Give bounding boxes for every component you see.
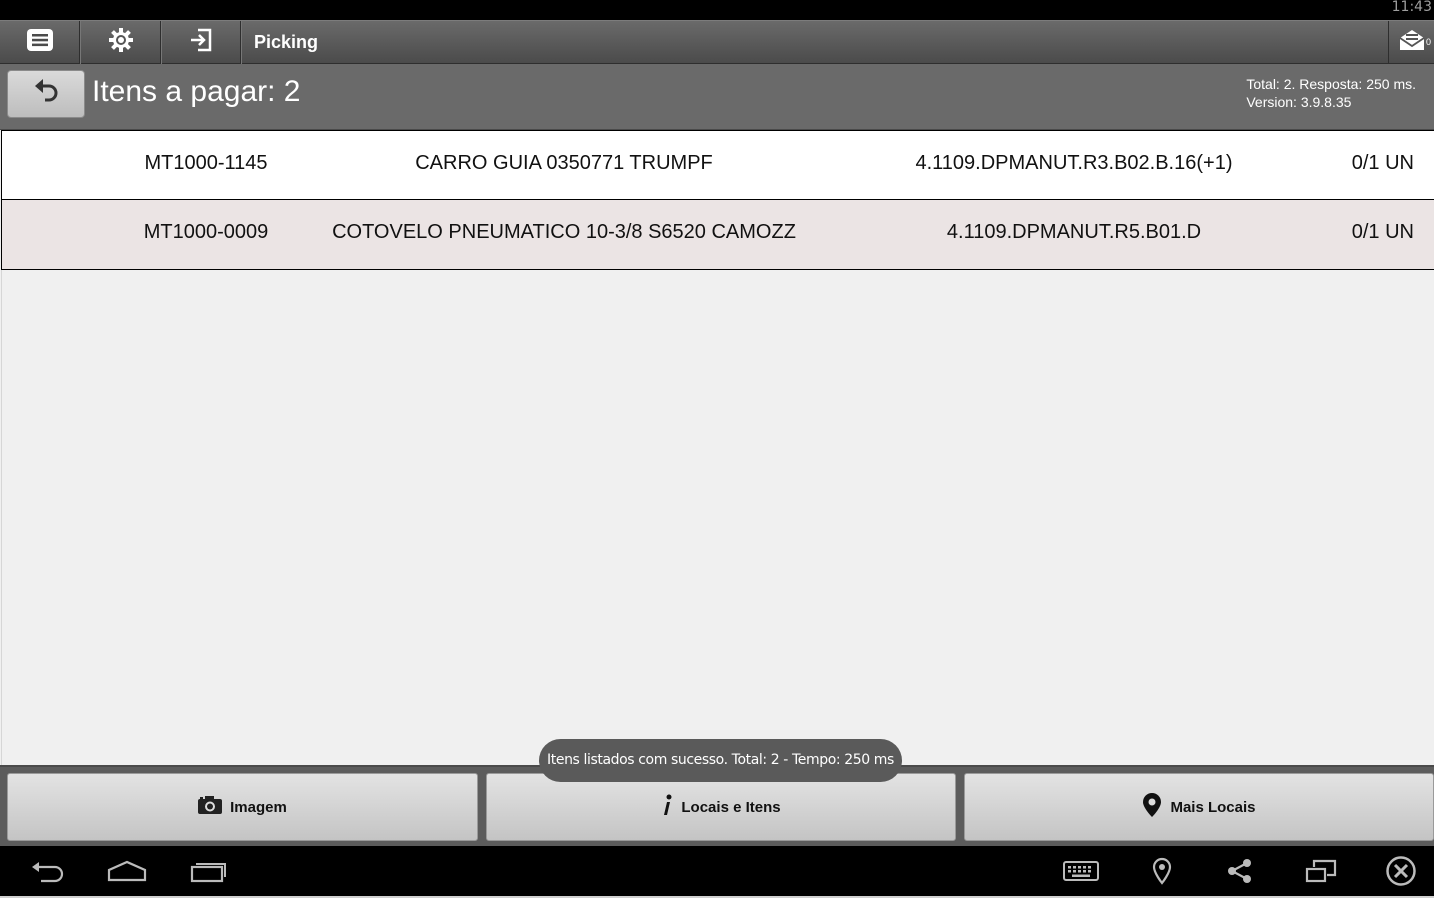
system-nav-bar: [0, 846, 1434, 896]
back-button[interactable]: [7, 70, 85, 118]
window-icon[interactable]: [1304, 855, 1338, 887]
more-locations-label: Mais Locais: [1170, 798, 1256, 816]
action-bar: Picking 0: [0, 20, 1434, 64]
gear-icon: [108, 27, 134, 58]
item-description: CARRO GUIA 0350771 TRUMPF: [415, 152, 713, 174]
login-button[interactable]: [161, 21, 242, 64]
list-item[interactable]: MT1000-0009 COTOVELO PNEUMATICO 10-3/8 S…: [1, 200, 1434, 270]
status-clock: 11:43: [1391, 0, 1432, 15]
camera-icon: [198, 796, 223, 818]
image-button-label: Imagem: [230, 798, 287, 816]
locations-items-label: Locais e Itens: [681, 798, 781, 816]
status-bar: 11:43: [0, 0, 1434, 20]
items-list: MT1000-1145 CARRO GUIA 0350771 TRUMPF 4.…: [1, 130, 1434, 270]
recent-apps-icon[interactable]: [188, 855, 228, 887]
home-icon[interactable]: [106, 855, 148, 887]
image-button[interactable]: Imagem: [7, 773, 478, 841]
empty-content-area: [1, 270, 1434, 765]
settings-button[interactable]: [81, 21, 162, 64]
mail-button[interactable]: 0: [1388, 21, 1434, 64]
location-icon[interactable]: [1150, 855, 1174, 887]
total-response-text: Total: 2. Resposta: 250 ms.: [1246, 76, 1416, 92]
share-icon[interactable]: [1226, 855, 1254, 887]
mail-icon: [1398, 28, 1426, 57]
menu-button[interactable]: [0, 21, 81, 64]
sign-in-icon: [188, 27, 214, 58]
version-text: Version: 3.9.8.35: [1246, 94, 1352, 110]
locations-items-button[interactable]: Locais e Itens: [486, 773, 956, 841]
item-location: 4.1109.DPMANUT.R5.B01.D: [946, 221, 1202, 243]
item-code: MT1000-0009: [143, 221, 269, 243]
mail-count-badge: 0: [1425, 37, 1431, 47]
page-title: Itens a pagar: 2: [92, 75, 301, 108]
list-item[interactable]: MT1000-1145 CARRO GUIA 0350771 TRUMPF 4.…: [1, 130, 1434, 200]
close-circle-icon[interactable]: [1384, 855, 1418, 887]
response-info: Total: 2. Resposta: 250 ms. Version: 3.9…: [1246, 75, 1416, 111]
item-code: MT1000-1145: [144, 152, 268, 174]
item-location: 4.1109.DPMANUT.R3.B02.B.16(+1): [915, 152, 1233, 174]
item-description: COTOVELO PNEUMATICO 10-3/8 S6520 CAMOZZ: [332, 221, 796, 243]
keyboard-icon[interactable]: [1062, 855, 1100, 887]
undo-arrow-icon: [33, 77, 59, 112]
more-locations-button[interactable]: Mais Locais: [964, 773, 1434, 841]
info-icon: [661, 794, 673, 820]
item-quantity: 0/1 UN: [1351, 221, 1414, 243]
back-icon[interactable]: [28, 855, 66, 887]
item-quantity: 0/1 UN: [1351, 152, 1414, 174]
menu-icon: [26, 28, 54, 57]
toast-message: Itens listados com sucesso. Total: 2 - T…: [539, 739, 902, 782]
header-band: Itens a pagar: 2 Total: 2. Resposta: 250…: [0, 64, 1434, 130]
map-pin-icon: [1142, 792, 1162, 822]
screen-title: Picking: [254, 32, 319, 52]
